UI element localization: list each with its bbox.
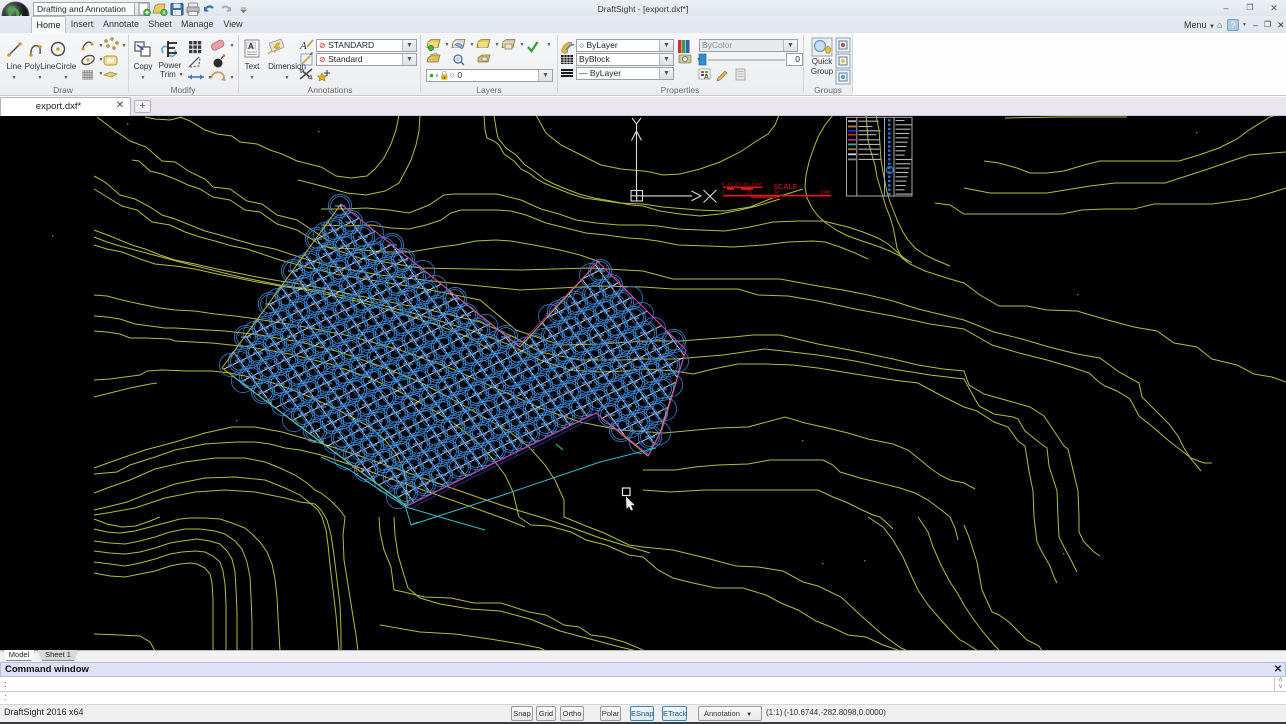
- svg-text:A: A: [248, 42, 254, 51]
- svg-text:50: 50: [774, 189, 779, 194]
- svg-text:0 10 20 30 40M: 0 10 20 30 40M: [722, 182, 762, 187]
- svg-text:A: A: [704, 74, 709, 81]
- svg-text:A: A: [299, 40, 307, 52]
- svg-text:100M: 100M: [820, 189, 831, 194]
- svg-text:25: 25: [747, 189, 752, 194]
